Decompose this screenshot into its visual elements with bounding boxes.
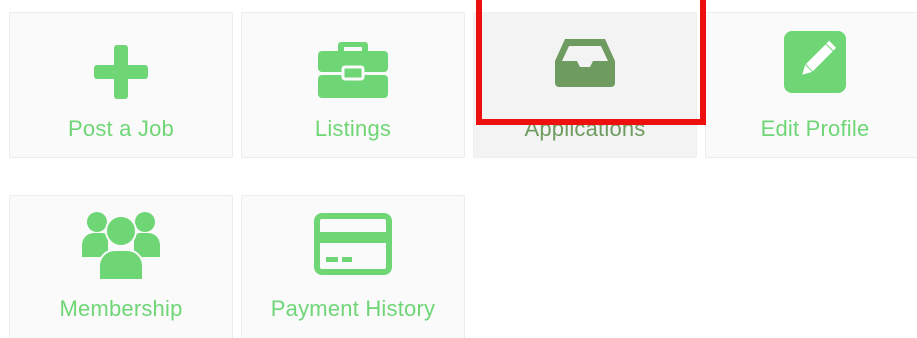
listings-tile[interactable]: Listings	[241, 12, 465, 158]
post-a-job-tile[interactable]: Post a Job	[9, 12, 233, 158]
users-group-icon	[82, 212, 160, 281]
inbox-tray-icon	[555, 39, 615, 87]
membership-tile[interactable]: Membership	[9, 195, 233, 338]
tile-label-membership: Membership	[59, 296, 183, 321]
credit-card-icon	[314, 213, 392, 275]
tile-label-applications: Applications	[524, 116, 646, 141]
pencil-square-icon	[784, 31, 846, 93]
tile-label-edit-profile: Edit Profile	[760, 116, 870, 141]
payment-history-tile[interactable]: Payment History	[241, 195, 465, 338]
dashboard-tiles: Post a Job Listings Applications Edit Pr…	[0, 0, 917, 338]
briefcase-icon	[318, 42, 388, 98]
tile-label-payment-history: Payment History	[270, 296, 436, 321]
tile-label-post-a-job: Post a Job	[68, 116, 174, 141]
plus-icon	[94, 45, 148, 99]
edit-profile-tile[interactable]: Edit Profile	[705, 12, 917, 158]
tile-label-listings: Listings	[314, 116, 392, 141]
applications-tile[interactable]: Applications	[473, 12, 697, 158]
